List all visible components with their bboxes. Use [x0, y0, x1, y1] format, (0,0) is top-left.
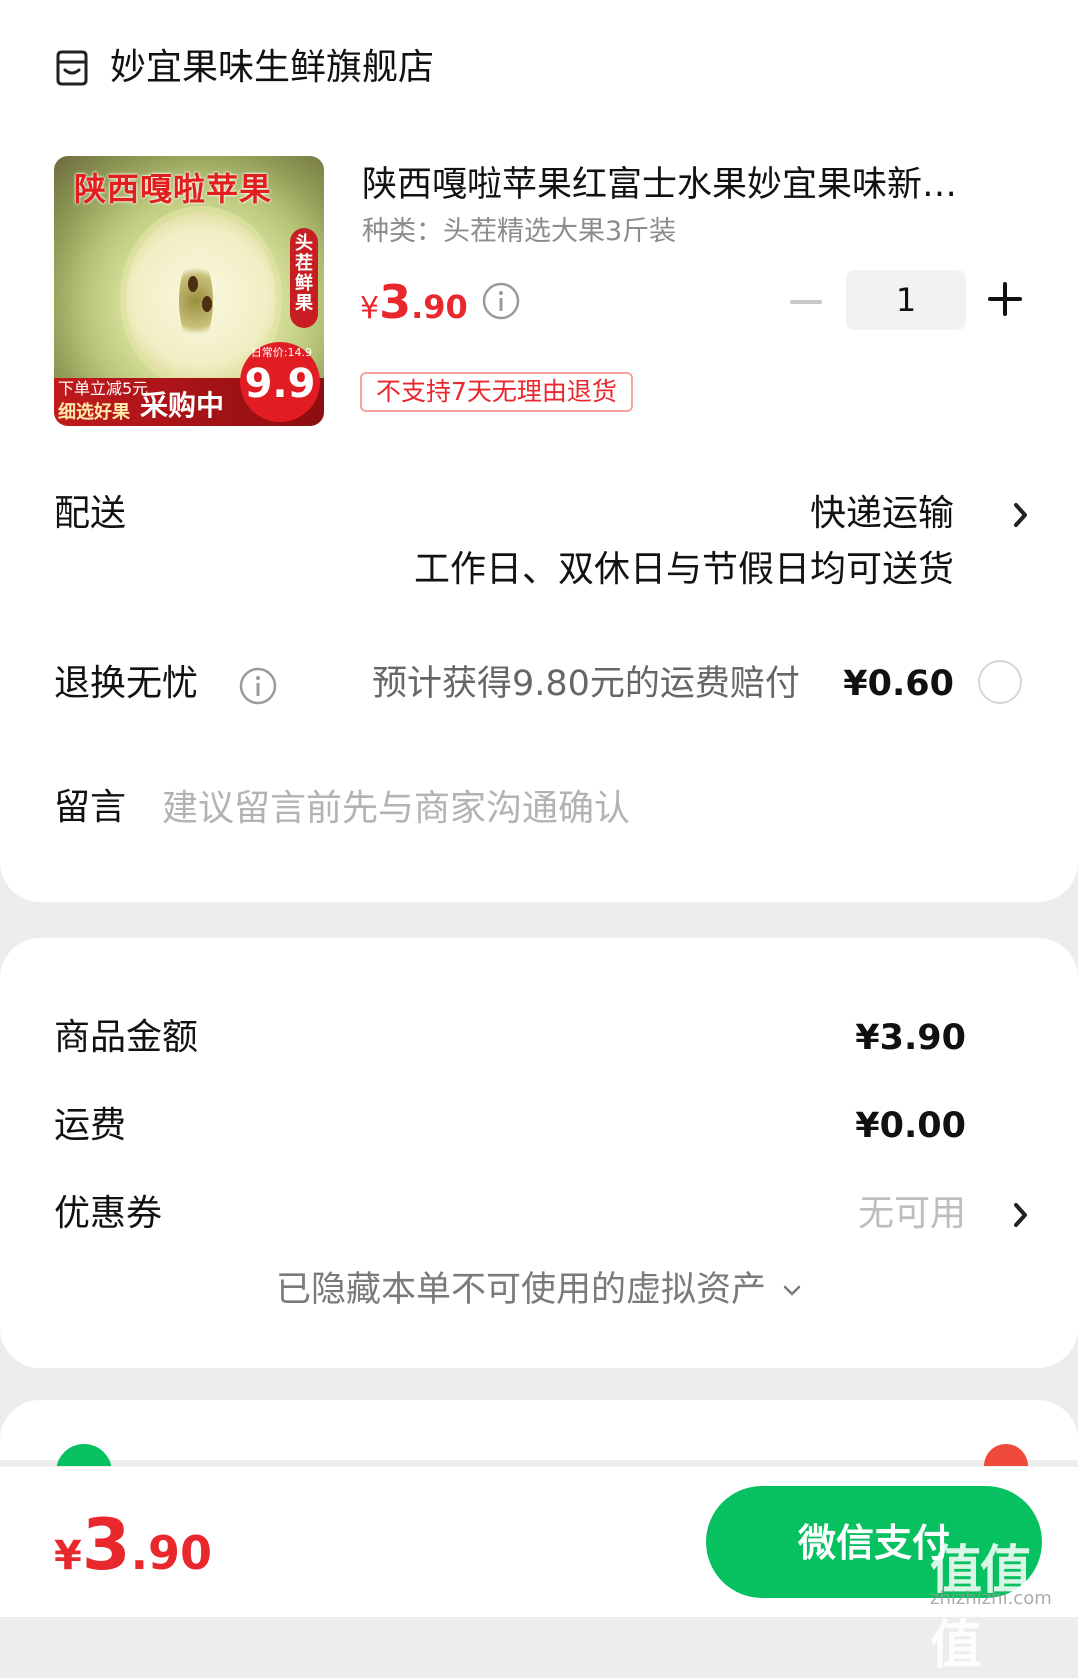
hidden-assets-label: 已隐藏本单不可使用的虚拟资产: [275, 1270, 766, 1310]
price-dec: .90: [411, 288, 468, 326]
apple-seed: [188, 276, 198, 292]
goods-amount-label: 商品金额: [54, 1017, 199, 1058]
return-insurance-price: ¥0.60: [843, 664, 954, 704]
payment-methods-card: [0, 1400, 1078, 1460]
price-int: 3: [379, 275, 412, 329]
image-badge: 头茬鲜果: [290, 228, 318, 328]
return-insurance-radio[interactable]: [978, 660, 1022, 704]
image-promo: 下单立减5元: [58, 379, 149, 398]
order-card: [0, 0, 1078, 902]
coupon-label: 优惠券: [54, 1193, 163, 1234]
shipping-label: 运费: [54, 1105, 127, 1146]
hidden-assets-toggle[interactable]: 已隐藏本单不可使用的虚拟资产: [0, 1266, 1078, 1314]
product-spec[interactable]: 种类：头茬精选大果3斤装: [362, 214, 676, 250]
delivery-note[interactable]: 工作日、双休日与节假日均可送货: [414, 546, 954, 594]
chevron-right-icon[interactable]: [1010, 500, 1032, 530]
image-sub: 细选好果: [58, 402, 130, 423]
delivery-label: 配送: [54, 493, 127, 534]
message-label: 留言: [54, 787, 127, 828]
store-name[interactable]: 妙宜果味生鲜旗舰店: [110, 44, 434, 92]
product-image[interactable]: 陕西嘎啦苹果 头茬鲜果 下单立减5元 细选好果 采购中 9.9 日常价:14.9: [54, 156, 324, 426]
product-price: ¥3.90: [360, 276, 468, 339]
store-icon: [56, 50, 88, 86]
goods-amount-value: ¥3.90: [855, 1018, 966, 1058]
decrease-quantity-button[interactable]: [790, 290, 822, 314]
chevron-right-icon[interactable]: [1010, 1200, 1032, 1230]
chevron-down-icon: [783, 1285, 801, 1296]
product-title[interactable]: 陕西嘎啦苹果红富士水果妙宜果味新…: [362, 162, 1022, 208]
shipping-value: ¥0.00: [855, 1106, 966, 1146]
coupon-value[interactable]: 无可用: [858, 1190, 966, 1238]
watermark-url: zhizhizhi.com: [930, 1588, 1052, 1609]
increase-quantity-button[interactable]: [988, 282, 1022, 316]
image-price-tag: 日常价:14.9: [250, 346, 312, 359]
total-price-symbol: ¥: [54, 1533, 82, 1579]
price-symbol: ¥: [360, 291, 380, 326]
info-icon[interactable]: [238, 666, 278, 706]
image-title: 陕西嘎啦苹果: [74, 170, 273, 208]
apple-seed: [202, 296, 212, 312]
total-price: ¥3.90: [54, 1510, 212, 1599]
message-input[interactable]: [162, 780, 982, 836]
delivery-method[interactable]: 快递运输: [810, 490, 954, 538]
return-policy-badge: 不支持7天无理由退货: [360, 372, 633, 412]
total-price-int: 3: [81, 1504, 131, 1586]
image-buy: 采购中: [140, 389, 225, 422]
total-price-dec: .90: [130, 1526, 213, 1580]
quantity-field[interactable]: 1: [846, 270, 966, 330]
return-insurance-desc: 预计获得9.80元的运费赔付: [372, 664, 800, 704]
return-insurance-label: 退换无忧: [54, 663, 199, 704]
price-info-icon[interactable]: [482, 282, 520, 320]
